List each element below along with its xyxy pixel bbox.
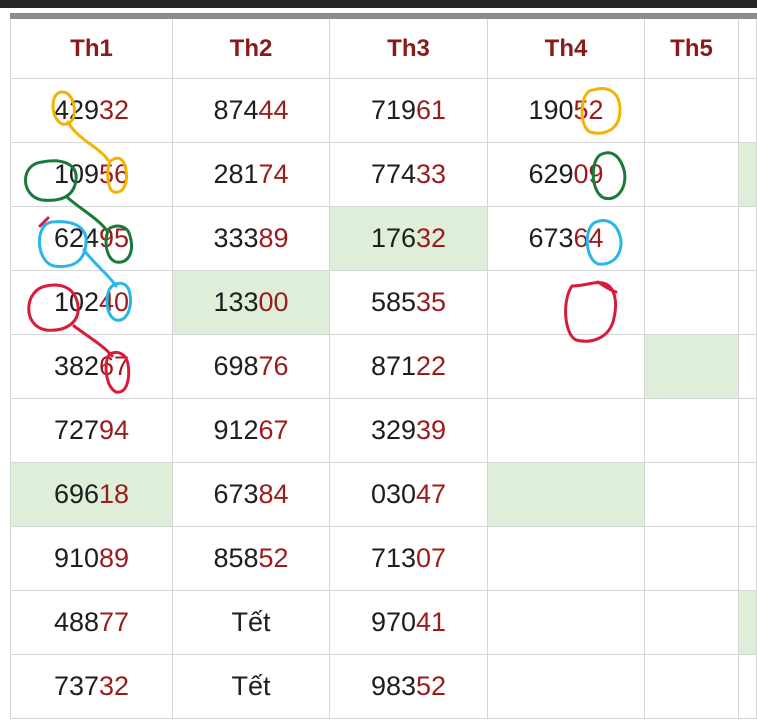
blue-annotation <box>38 219 623 322</box>
red-annotation <box>27 216 618 394</box>
green-annotation <box>24 151 627 264</box>
hand-drawn-annotations <box>24 87 627 394</box>
yellow-annotation <box>51 87 622 194</box>
